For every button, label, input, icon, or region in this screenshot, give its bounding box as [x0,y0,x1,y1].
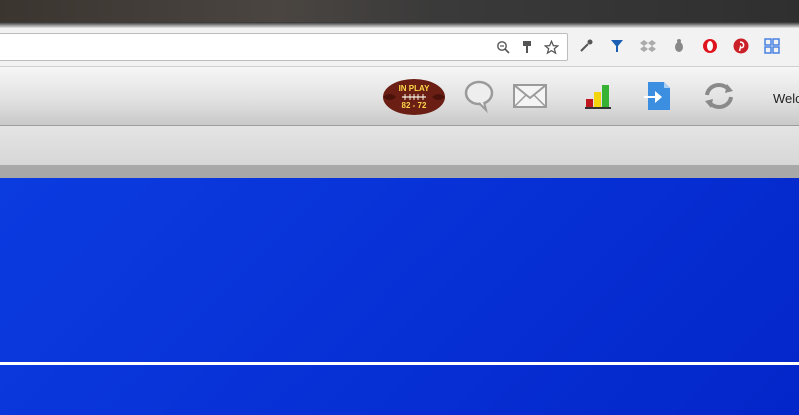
secondary-nav-bar [0,126,799,165]
filter-icon[interactable] [607,36,627,56]
mail-icon[interactable] [512,79,548,113]
dropbox-icon[interactable] [638,36,658,56]
in-play-badge[interactable]: IN PLAY 82 - 72 [382,78,446,116]
address-bar[interactable] [0,33,568,61]
welcome-text: Welc [773,91,799,106]
zoom-icon[interactable] [493,37,513,57]
pinterest-icon[interactable] [731,36,751,56]
stats-icon[interactable] [582,79,618,113]
chat-icon[interactable] [462,79,498,114]
eyedropper-icon[interactable] [576,36,596,56]
browser-tab-strip [0,0,799,28]
main-content-area [0,178,799,415]
browser-toolbar [0,28,799,67]
opera-icon[interactable] [700,36,720,56]
bug-icon[interactable] [669,36,689,56]
badge-score: 82 - 72 [401,101,427,110]
login-icon[interactable] [640,79,676,113]
nav-divider [0,165,799,178]
sync-icon[interactable] [701,79,737,113]
content-divider-line [0,362,799,365]
app-header: IN PLAY 82 - 72 Welc [0,67,799,126]
brush-icon[interactable] [517,37,537,57]
badge-status: IN PLAY [398,84,430,93]
star-icon[interactable] [541,37,561,57]
grid-icon[interactable] [762,36,782,56]
